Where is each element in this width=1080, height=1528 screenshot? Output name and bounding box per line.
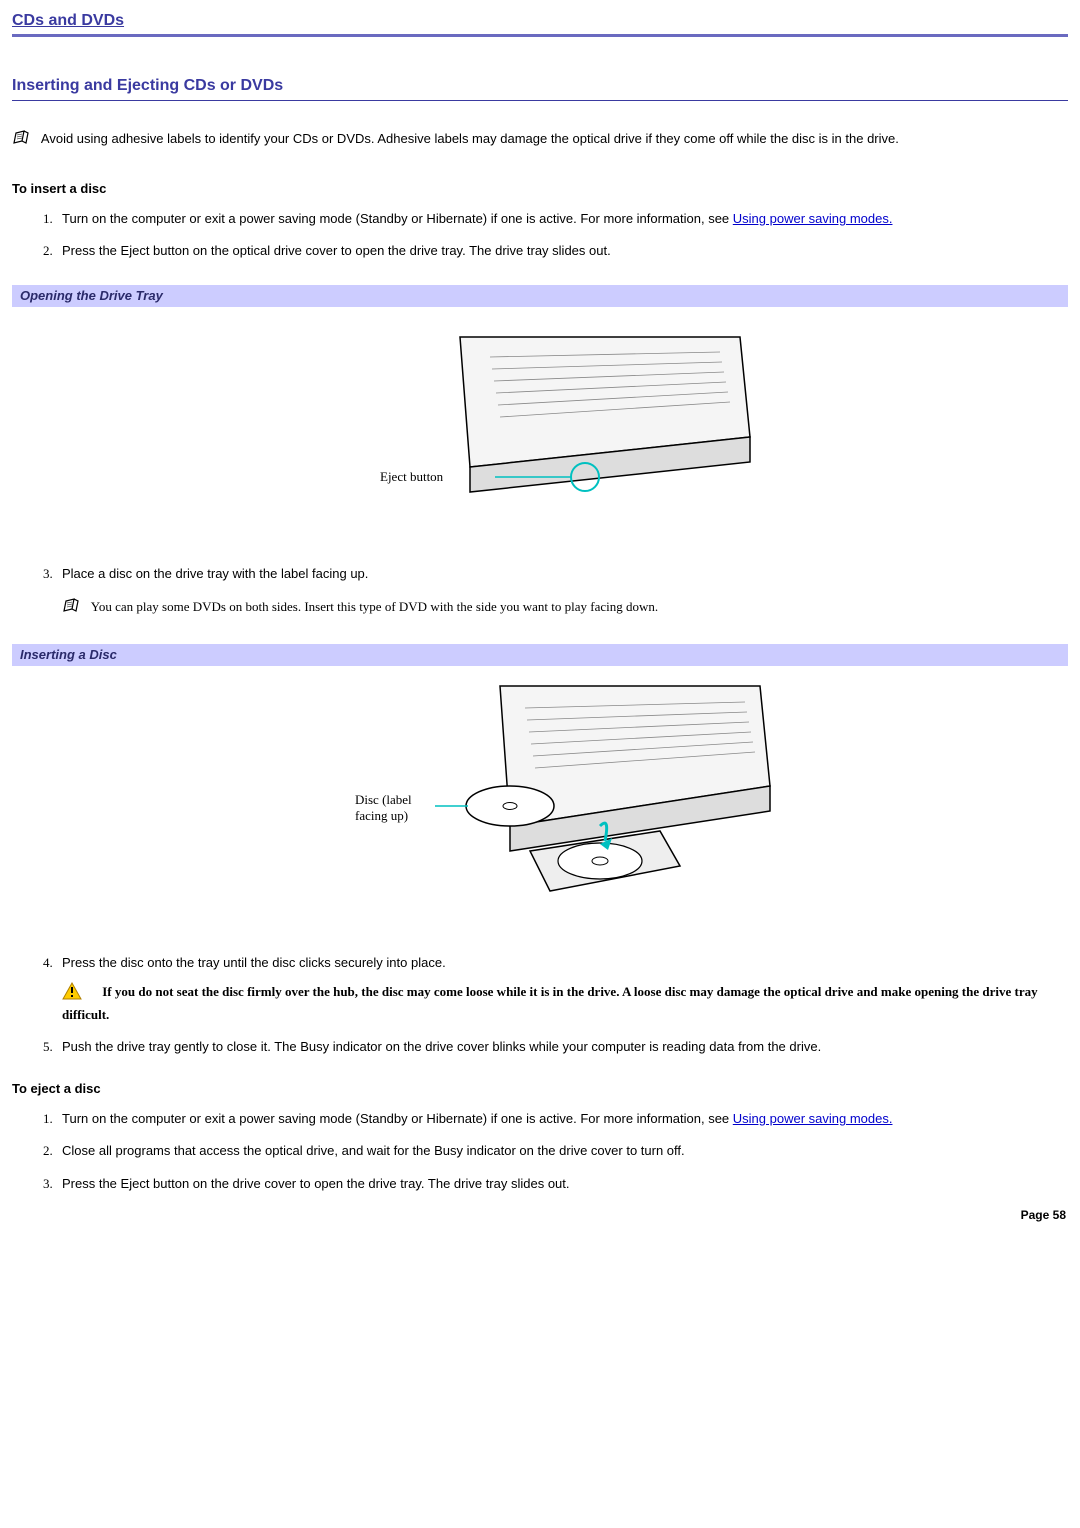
- figure2-callout-line1: Disc (label: [355, 792, 412, 807]
- insert-steps-cont: Place a disc on the drive tray with the …: [12, 565, 1068, 620]
- laptop-eject-illustration: Eject button: [320, 307, 760, 537]
- step-text: Turn on the computer or exit a power sav…: [62, 1111, 733, 1126]
- section-title: Inserting and Ejecting CDs or DVDs: [12, 75, 1068, 100]
- figure-caption-2: Inserting a Disc: [12, 644, 1068, 666]
- step-text: Press the Eject button on the drive cove…: [62, 1176, 570, 1191]
- power-saving-link[interactable]: Using power saving modes.: [733, 211, 893, 226]
- eject-step-1: Turn on the computer or exit a power sav…: [56, 1110, 1068, 1128]
- caution-icon: [62, 982, 82, 1005]
- eject-steps: Turn on the computer or exit a power sav…: [12, 1110, 1068, 1193]
- insert-step-3: Place a disc on the drive tray with the …: [56, 565, 1068, 620]
- insert-step-5: Push the drive tray gently to close it. …: [56, 1038, 1068, 1056]
- note-icon: [62, 597, 84, 620]
- step3-note-text: You can play some DVDs on both sides. In…: [91, 599, 658, 614]
- step-text: Press the Eject button on the optical dr…: [62, 243, 611, 258]
- intro-note-text: Avoid using adhesive labels to identify …: [41, 131, 899, 146]
- figure-opening-tray: Eject button: [12, 307, 1068, 537]
- step-text: Press the disc onto the tray until the d…: [62, 955, 446, 970]
- insert-steps: Turn on the computer or exit a power sav…: [12, 210, 1068, 260]
- step-text: Place a disc on the drive tray with the …: [62, 566, 368, 581]
- step-text: Push the drive tray gently to close it. …: [62, 1039, 821, 1054]
- step-text: Turn on the computer or exit a power sav…: [62, 211, 733, 226]
- eject-step-3: Press the Eject button on the drive cove…: [56, 1175, 1068, 1193]
- intro-note: Avoid using adhesive labels to identify …: [12, 129, 1068, 152]
- insert-step-2: Press the Eject button on the optical dr…: [56, 242, 1068, 260]
- figure-caption-1: Opening the Drive Tray: [12, 285, 1068, 307]
- insert-steps-cont2: Press the disc onto the tray until the d…: [12, 954, 1068, 1056]
- insert-step-1: Turn on the computer or exit a power sav…: [56, 210, 1068, 228]
- chapter-title: CDs and DVDs: [12, 10, 1068, 37]
- laptop-insert-illustration: Disc (label facing up): [300, 666, 780, 926]
- step4-caution: If you do not seat the disc firmly over …: [62, 982, 1068, 1023]
- caution-text: If you do not seat the disc firmly over …: [62, 984, 1038, 1021]
- eject-heading: To eject a disc: [12, 1080, 1068, 1098]
- page-number: Page 58: [12, 1207, 1068, 1224]
- step-text: Close all programs that access the optic…: [62, 1143, 685, 1158]
- figure-inserting-disc: Disc (label facing up): [12, 666, 1068, 926]
- eject-step-2: Close all programs that access the optic…: [56, 1142, 1068, 1160]
- figure2-callout-line2: facing up): [355, 808, 408, 823]
- note-icon: [12, 129, 34, 152]
- figure1-callout-text: Eject button: [380, 469, 444, 484]
- power-saving-link-2[interactable]: Using power saving modes.: [733, 1111, 893, 1126]
- insert-step-4: Press the disc onto the tray until the d…: [56, 954, 1068, 1024]
- step3-note: You can play some DVDs on both sides. In…: [62, 597, 1068, 620]
- insert-heading: To insert a disc: [12, 180, 1068, 198]
